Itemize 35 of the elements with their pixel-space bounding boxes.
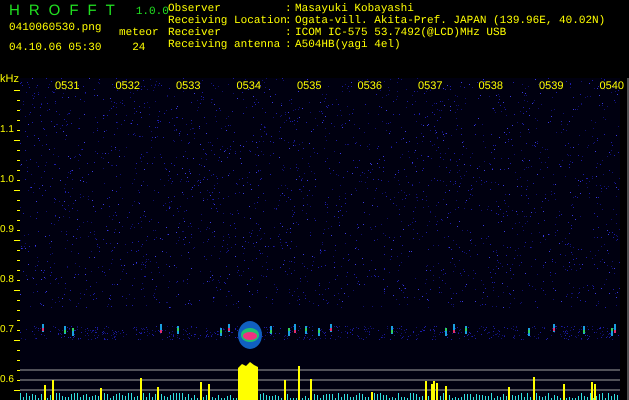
meteor-count: 24 — [132, 42, 146, 54]
info-separator: : — [285, 15, 293, 27]
frequency-label: 0.8 — [0, 274, 14, 285]
frequency-label: 1.0 — [0, 174, 14, 185]
time-label: 0531 — [55, 80, 80, 92]
info-value: ICOM IC-575 53.7492(@LCD)MHz USB — [295, 27, 506, 39]
version-label: 1.0.0 — [136, 6, 169, 18]
info-separator: : — [285, 39, 293, 51]
info-value: Masayuki Kobayashi — [295, 3, 414, 15]
frequency-label: 0.6 — [0, 374, 14, 385]
time-label: 0535 — [297, 80, 322, 92]
info-label: Receiver — [168, 27, 222, 39]
date-time: 04.10.06 05:30 — [9, 42, 102, 54]
info-value: Ogata-vill. Akita-Pref. JAPAN (139.96E, 40.02N) — [295, 15, 606, 27]
time-label: 0539 — [539, 80, 564, 92]
axis-unit: kHz — [0, 73, 19, 85]
info-value: A504HB(yagi 4el) — [295, 39, 401, 51]
frequency-label: 0.9 — [0, 224, 14, 235]
info-label: Receiving Location — [168, 15, 285, 27]
time-label: 0534 — [236, 80, 261, 92]
file-name: 0410060530.png — [9, 22, 102, 34]
time-label: 0536 — [358, 80, 382, 92]
info-separator: : — [285, 3, 293, 15]
frequency-label: 0.7 — [0, 324, 14, 335]
time-label: 0532 — [116, 80, 140, 92]
time-label: 0538 — [478, 80, 503, 92]
info-separator: : — [285, 27, 293, 39]
time-label: 0533 — [176, 80, 200, 92]
time-label: 0537 — [418, 80, 442, 92]
info-label: Observer — [168, 3, 222, 15]
frequency-label: 1.1 — [0, 124, 14, 135]
info-label: Receiving antenna — [168, 39, 282, 51]
time-label: 0540 — [600, 80, 624, 92]
app-title: HROFFT — [9, 2, 124, 20]
meteor-label: meteor — [119, 27, 159, 39]
